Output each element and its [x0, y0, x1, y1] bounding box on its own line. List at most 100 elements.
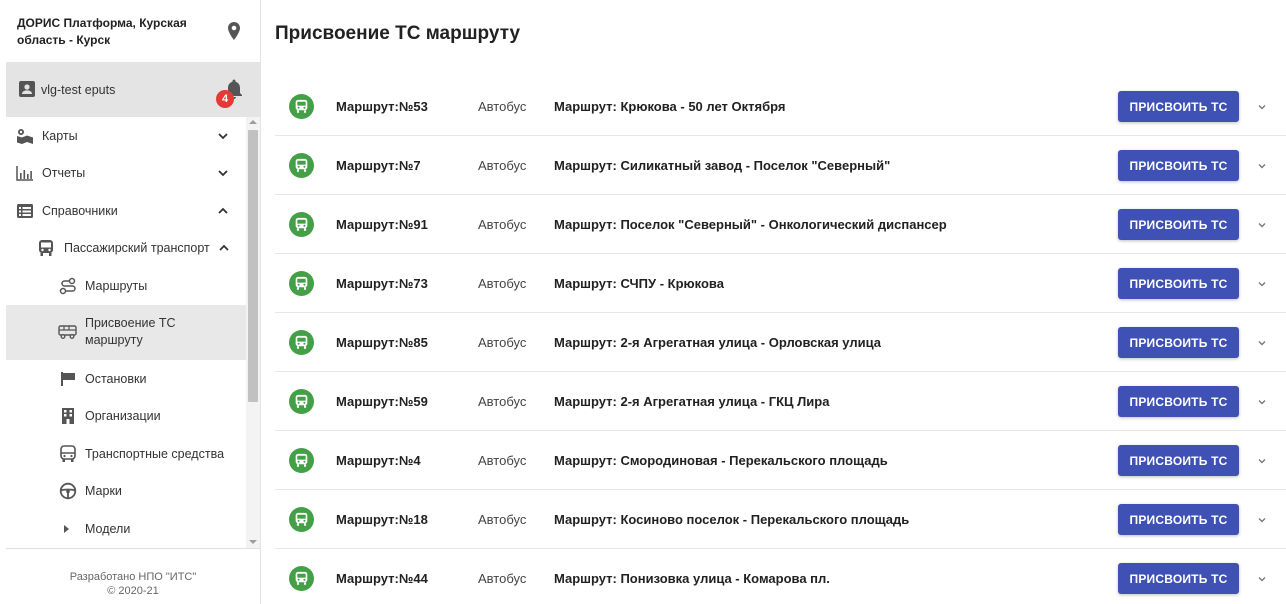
scroll-up-arrow-icon[interactable] — [249, 120, 257, 124]
sidebar-item-label: Пассажирский транспорт — [64, 241, 210, 255]
sidebar-item-label: Маршруты — [85, 279, 148, 293]
sidebar-item-stops[interactable]: Остановки — [6, 361, 246, 397]
sidebar-item-directories[interactable]: Справочники — [6, 193, 246, 229]
footer-copyright: © 2020-21 — [107, 585, 159, 597]
map-icon — [17, 129, 33, 144]
chevron-down-icon[interactable] — [1256, 573, 1268, 585]
sidebar-nav: Карты Отчеты Справочники Пассажирский тр… — [6, 117, 260, 548]
sidebar-item-brands[interactable]: Марки — [6, 473, 246, 509]
building-icon — [62, 408, 74, 424]
route-number: Маршрут:№91 — [336, 217, 428, 232]
chevron-down-icon[interactable] — [1256, 278, 1268, 290]
chevron-up-icon — [219, 244, 229, 251]
assign-vehicle-button[interactable]: ПРИСВОИТЬ ТС — [1118, 563, 1239, 594]
bus-icon — [289, 330, 314, 355]
route-number: Маршрут:№73 — [336, 276, 428, 291]
sidebar-item-label: Организации — [85, 409, 161, 423]
user-bar[interactable]: vlg-test eputs 4 — [6, 62, 260, 117]
assign-vehicle-button[interactable]: ПРИСВОИТЬ ТС — [1118, 386, 1239, 417]
route-row[interactable]: Маршрут:№4 Автобус Маршрут: Смородиновая… — [275, 431, 1286, 490]
bus-icon — [289, 153, 314, 178]
footer: Разработано НПО "ИТС" © 2020-21 — [6, 548, 260, 604]
route-number: Маршрут:№7 — [336, 158, 421, 173]
route-type: Автобус — [478, 158, 527, 173]
route-name: Маршрут: Силикатный завод - Поселок "Сев… — [554, 158, 891, 173]
scroll-down-arrow-icon[interactable] — [249, 540, 257, 544]
route-list: Маршрут:№53 Автобус Маршрут: Крюкова - 5… — [275, 77, 1286, 604]
sidebar-item-organizations[interactable]: Организации — [6, 398, 246, 434]
assign-vehicle-button[interactable]: ПРИСВОИТЬ ТС — [1118, 327, 1239, 358]
sidebar-scrollbar[interactable] — [246, 117, 260, 548]
sidebar-item-label: Отчеты — [42, 166, 86, 180]
assign-vehicle-button[interactable]: ПРИСВОИТЬ ТС — [1118, 445, 1239, 476]
route-type: Автобус — [478, 394, 527, 409]
chevron-down-icon[interactable] — [1256, 219, 1268, 231]
route-type: Автобус — [478, 217, 527, 232]
sidebar-item-label: Справочники — [42, 204, 118, 218]
assign-vehicle-button[interactable]: ПРИСВОИТЬ ТС — [1118, 504, 1239, 535]
chevron-down-icon[interactable] — [1256, 101, 1268, 113]
chevron-down-icon[interactable] — [1256, 455, 1268, 467]
org-header: ДОРИС Платформа, Курская область - Курск — [0, 0, 260, 62]
chevron-down-icon[interactable] — [1256, 337, 1268, 349]
route-row[interactable]: Маршрут:№85 Автобус Маршрут: 2-я Агрегат… — [275, 313, 1286, 372]
steering-icon — [59, 482, 77, 500]
sidebar-item-reports[interactable]: Отчеты — [6, 155, 246, 191]
assign-vehicle-button[interactable]: ПРИСВОИТЬ ТС — [1118, 268, 1239, 299]
location-pin-icon[interactable] — [226, 22, 242, 40]
route-row[interactable]: Маршрут:№59 Автобус Маршрут: 2-я Агрегат… — [275, 372, 1286, 431]
route-type: Автобус — [478, 453, 527, 468]
route-type: Автобус — [478, 512, 527, 527]
bus-icon — [289, 448, 314, 473]
main-content: Присвоение ТС маршруту Маршрут:№53 Автоб… — [261, 0, 1286, 604]
sidebar-item-vehicles[interactable]: Транспортные средства — [6, 436, 246, 472]
bus-icon — [289, 389, 314, 414]
route-name: Маршрут: Крюкова - 50 лет Октября — [554, 99, 786, 114]
route-number: Маршрут:№53 — [336, 99, 428, 114]
scroll-thumb[interactable] — [248, 130, 258, 402]
chevron-down-icon[interactable] — [1256, 396, 1268, 408]
org-title: ДОРИС Платформа, Курская область - Курск — [17, 16, 187, 47]
route-row[interactable]: Маршрут:№44 Автобус Маршрут: Понизовка у… — [275, 549, 1286, 604]
route-row[interactable]: Маршрут:№91 Автобус Маршрут: Поселок "Се… — [275, 195, 1286, 254]
sidebar-item-maps[interactable]: Карты — [6, 118, 246, 154]
route-row[interactable]: Маршрут:№7 Автобус Маршрут: Силикатный з… — [275, 136, 1286, 195]
sidebar-item-models[interactable]: Модели — [6, 511, 246, 547]
route-name: Маршрут: СЧПУ - Крюкова — [554, 276, 724, 291]
route-name: Маршрут: Понизовка улица - Комарова пл. — [554, 571, 830, 586]
route-name: Маршрут: Поселок "Северный" - Онкологиче… — [554, 217, 947, 232]
route-number: Маршрут:№59 — [336, 394, 428, 409]
assign-vehicle-button[interactable]: ПРИСВОИТЬ ТС — [1118, 150, 1239, 181]
sidebar: ДОРИС Платформа, Курская область - Курск… — [0, 0, 261, 604]
chevron-down-icon — [218, 170, 228, 177]
route-name: Маршрут: 2-я Агрегатная улица - ГКЦ Лира — [554, 394, 830, 409]
account-box-icon — [19, 81, 35, 97]
assign-vehicle-button[interactable]: ПРИСВОИТЬ ТС — [1118, 209, 1239, 240]
bus-icon — [289, 507, 314, 532]
route-row[interactable]: Маршрут:№53 Автобус Маршрут: Крюкова - 5… — [275, 77, 1286, 136]
chevron-down-icon[interactable] — [1256, 514, 1268, 526]
route-type: Автобус — [478, 99, 527, 114]
sidebar-item-label: Карты — [42, 129, 78, 143]
route-type: Автобус — [478, 335, 527, 350]
sidebar-item-routes[interactable]: Маршруты — [6, 268, 246, 304]
route-row[interactable]: Маршрут:№18 Автобус Маршрут: Косиново по… — [275, 490, 1286, 549]
route-icon — [59, 277, 76, 295]
route-name: Маршрут: Косиново поселок - Перекальског… — [554, 512, 910, 527]
list-icon — [17, 204, 33, 218]
route-row[interactable]: Маршрут:№73 Автобус Маршрут: СЧПУ - Крюк… — [275, 254, 1286, 313]
route-number: Маршрут:№18 — [336, 512, 428, 527]
route-name: Маршрут: 2-я Агрегатная улица - Орловска… — [554, 335, 881, 350]
sidebar-item-label: Остановки — [85, 372, 147, 386]
arrow-right-icon — [64, 525, 69, 533]
user-name: vlg-test eputs — [41, 83, 116, 97]
sidebar-item-label: Модели — [85, 522, 131, 536]
sidebar-item-passenger-transport[interactable]: Пассажирский транспорт — [6, 230, 246, 266]
sidebar-item-label: Транспортные средства — [85, 447, 225, 461]
sidebar-item-label: Марки — [85, 484, 122, 498]
chevron-down-icon[interactable] — [1256, 160, 1268, 172]
assign-vehicle-button[interactable]: ПРИСВОИТЬ ТС — [1118, 91, 1239, 122]
route-name: Маршрут: Смородиновая - Перекальского пл… — [554, 453, 888, 468]
sidebar-item-assign-vehicle[interactable]: Присвоение ТС маршруту — [6, 305, 246, 360]
stop-icon — [61, 372, 75, 386]
